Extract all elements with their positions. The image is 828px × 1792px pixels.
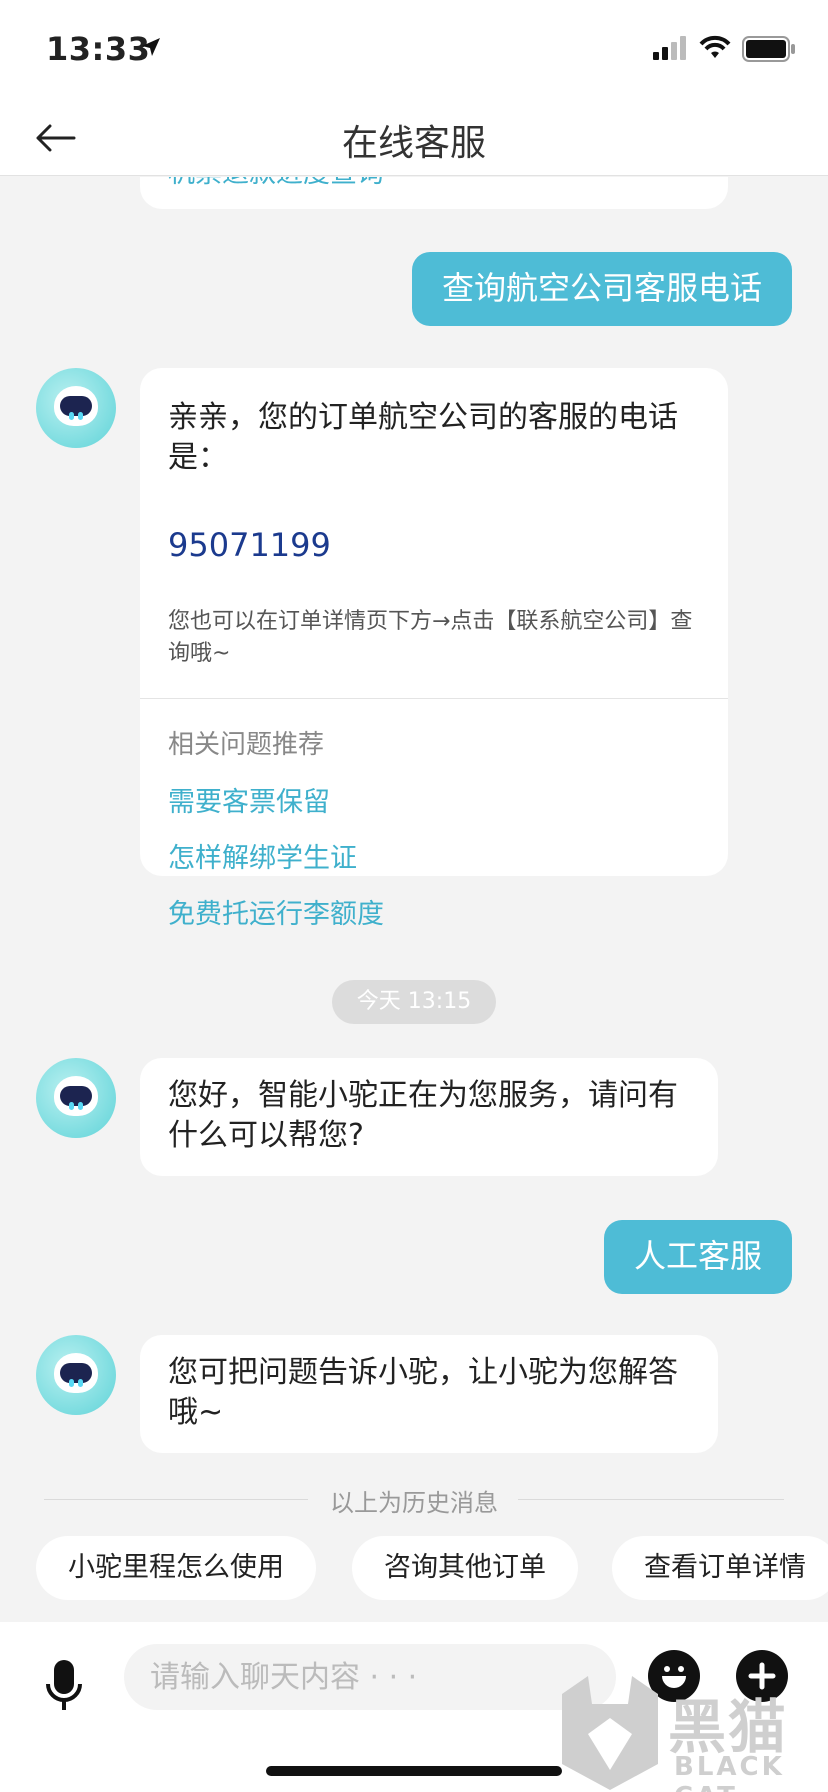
home-indicator [266, 1766, 562, 1776]
wifi-icon [699, 35, 731, 58]
status-time: 13:33 [46, 30, 151, 68]
chat-area[interactable]: 机票退款进度查询 查询航空公司客服电话 亲亲，您的订单航空公司的客服的电话是： … [0, 177, 828, 1621]
signal-icon [653, 36, 686, 60]
bot-message: 您好，智能小驼正在为您服务，请问有什么可以帮您? [140, 1058, 718, 1176]
related-title: 相关问题推荐 [168, 730, 325, 760]
related-link[interactable]: 免费托运行李额度 [168, 892, 384, 931]
user-message: 人工客服 [603, 1220, 792, 1294]
bot-message-partial: 机票退款进度查询 [140, 177, 728, 209]
bot-message-text: 亲亲，您的订单航空公司的客服的电话是： [168, 400, 678, 475]
cat-logo-icon [562, 1676, 658, 1790]
battery-icon [742, 36, 795, 62]
bot-avatar [36, 368, 116, 448]
bot-message: 您可把问题告诉小驼，让小驼为您解答哦~ [140, 1335, 718, 1453]
user-message: 查询航空公司客服电话 [411, 252, 792, 326]
status-bar: 13:33 [0, 0, 828, 100]
chat-input[interactable] [124, 1644, 616, 1710]
watermark-english: BLACK CAT [674, 1752, 785, 1792]
related-link-partial[interactable]: 机票退款进度查询 [168, 177, 384, 190]
quick-action-button[interactable]: 小驼里程怎么使用 [36, 1536, 316, 1600]
microphone-icon[interactable] [44, 1658, 84, 1714]
time-label: 今天 13:15 [332, 980, 496, 1024]
history-label: 以上为历史消息 [330, 1489, 498, 1517]
related-link[interactable]: 需要客票保留 [168, 780, 330, 819]
bot-message-text: 您可把问题告诉小驼，让小驼为您解答哦~ [168, 1355, 678, 1430]
nav-bar: 在线客服 [0, 100, 828, 176]
bot-message-card: 亲亲，您的订单航空公司的客服的电话是： 95071199 您也可以在订单详情页下… [140, 368, 728, 930]
page-title: 在线客服 [341, 123, 486, 164]
bot-avatar [36, 1335, 116, 1415]
location-arrow-icon [142, 38, 160, 56]
bot-message-text: 您好，智能小驼正在为您服务，请问有什么可以帮您? [168, 1078, 678, 1153]
quick-action-button[interactable]: 咨询其他订单 [352, 1536, 578, 1600]
quick-action-button[interactable]: 查看订单详情 [612, 1536, 828, 1600]
watermark: 黑猫 BLACK CAT [558, 1674, 828, 1792]
history-divider-right [518, 1499, 784, 1500]
bot-avatar [36, 1058, 116, 1138]
bot-note-text: 您也可以在订单详情页下方→点击【联系航空公司】查询哦~ [168, 609, 693, 666]
card-divider [140, 698, 728, 699]
phone-number-link[interactable]: 95071199 [168, 526, 331, 564]
related-link[interactable]: 怎样解绑学生证 [168, 836, 357, 875]
